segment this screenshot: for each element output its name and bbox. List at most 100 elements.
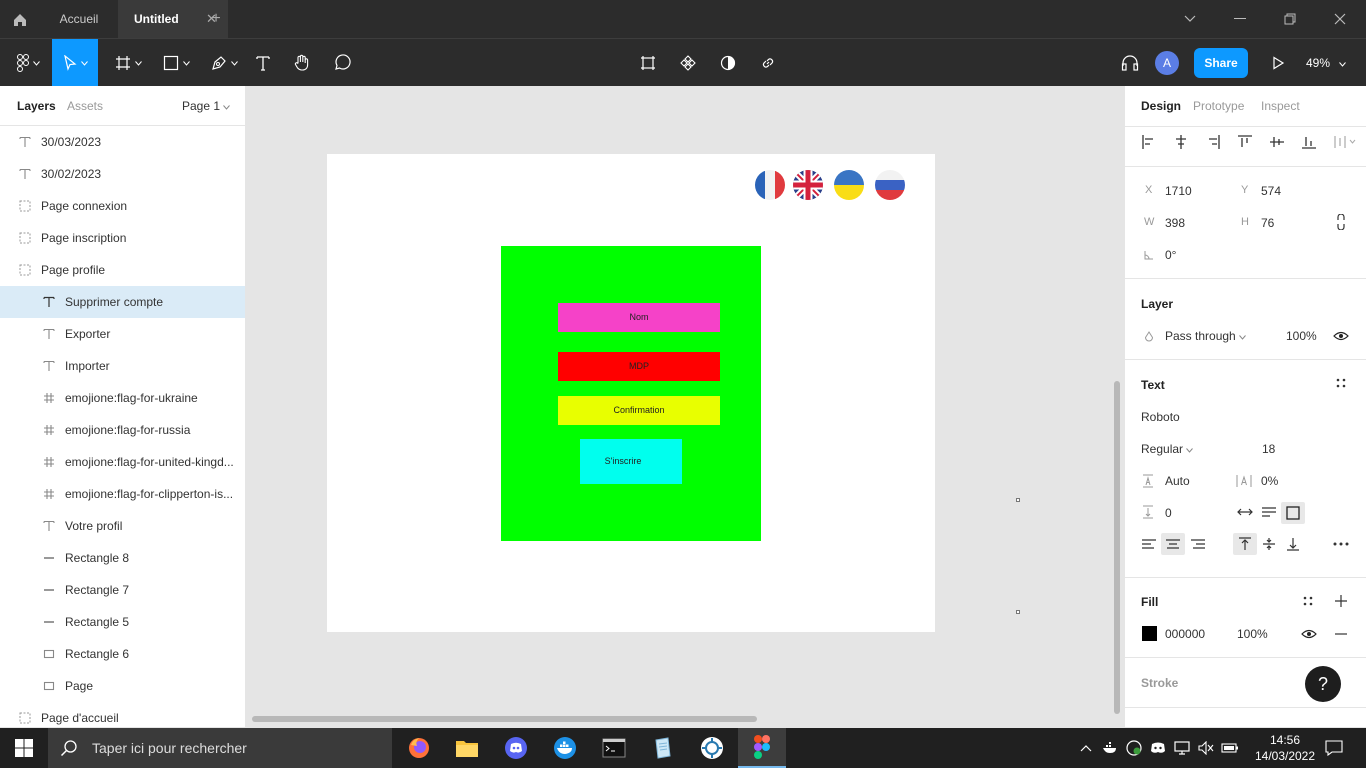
flag-france-icon[interactable] xyxy=(755,170,785,200)
move-tool-button[interactable] xyxy=(52,39,98,87)
nom-field[interactable]: Nom xyxy=(558,303,720,332)
components-button[interactable] xyxy=(676,39,700,87)
chevron-up-icon[interactable] xyxy=(1077,728,1095,768)
mdp-field[interactable]: MDP xyxy=(558,352,720,381)
fill-hex-input[interactable]: 000000 xyxy=(1165,627,1205,641)
canvas[interactable]: Nom MDP Confirmation S'inscrire xyxy=(246,86,1124,727)
close-window-icon[interactable] xyxy=(1315,0,1365,38)
font-family-dropdown[interactable]: Roboto xyxy=(1141,410,1180,424)
fill-color-swatch[interactable] xyxy=(1142,626,1157,641)
align-text-top-button[interactable] xyxy=(1233,533,1257,555)
align-vertical-center-icon[interactable] xyxy=(1269,134,1285,150)
tab-assets[interactable]: Assets xyxy=(67,86,103,126)
volume-muted-icon[interactable] xyxy=(1197,728,1215,768)
font-size-input[interactable]: 18 xyxy=(1262,442,1275,456)
layer-item[interactable]: Importer xyxy=(0,350,245,382)
tab-design[interactable]: Design xyxy=(1141,86,1181,126)
flag-united-kingdom-icon[interactable] xyxy=(793,170,823,200)
security-tray-icon[interactable] xyxy=(1125,728,1143,768)
auto-width-icon[interactable] xyxy=(1237,506,1253,518)
minimize-icon[interactable] xyxy=(1215,0,1265,38)
sinscrire-button[interactable]: S'inscrire xyxy=(580,439,682,484)
vertical-scrollbar[interactable] xyxy=(1114,381,1120,714)
docker-tray-icon[interactable] xyxy=(1101,728,1119,768)
x-input[interactable]: 1710 xyxy=(1165,184,1192,198)
eye-icon[interactable] xyxy=(1333,331,1349,341)
frame-tool-button[interactable] xyxy=(108,39,148,87)
network-icon[interactable] xyxy=(1173,728,1191,768)
layer-item[interactable]: emojione:flag-for-russia xyxy=(0,414,245,446)
discord-tray-icon[interactable] xyxy=(1149,728,1167,768)
link-button[interactable] xyxy=(756,39,780,87)
layer-item[interactable]: emojione:flag-for-ukraine xyxy=(0,382,245,414)
layer-item[interactable]: Page d'accueil xyxy=(0,702,245,727)
mask-button[interactable] xyxy=(716,39,740,87)
present-button[interactable] xyxy=(1266,39,1290,87)
layer-item[interactable]: Page connexion xyxy=(0,190,245,222)
blend-mode-dropdown[interactable]: Pass through xyxy=(1165,329,1246,343)
align-text-middle-icon[interactable] xyxy=(1262,537,1276,551)
help-button[interactable]: ? xyxy=(1305,666,1341,702)
tab-accueil[interactable]: Accueil xyxy=(40,0,118,38)
layer-item[interactable]: 30/03/2023 xyxy=(0,126,245,158)
layer-item[interactable]: Rectangle 7 xyxy=(0,574,245,606)
align-horizontal-center-icon[interactable] xyxy=(1173,134,1189,150)
selection-handle[interactable] xyxy=(1016,610,1020,614)
layer-item[interactable]: Votre profil xyxy=(0,510,245,542)
auto-height-icon[interactable] xyxy=(1261,506,1277,518)
page-selector[interactable]: Page 1 xyxy=(182,86,231,126)
fill-opacity-input[interactable]: 100% xyxy=(1237,627,1268,641)
paragraph-spacing-input[interactable]: 0 xyxy=(1165,506,1172,520)
font-weight-dropdown[interactable]: Regular xyxy=(1141,442,1194,456)
app-settings-icon[interactable] xyxy=(688,728,736,768)
line-height-input[interactable]: Auto xyxy=(1165,474,1190,488)
firefox-icon[interactable] xyxy=(395,728,443,768)
text-align-center-button[interactable] xyxy=(1161,533,1185,555)
layer-item[interactable]: Page inscription xyxy=(0,222,245,254)
system-clock[interactable]: 14:56 14/03/2022 xyxy=(1250,732,1320,764)
align-text-bottom-icon[interactable] xyxy=(1286,537,1300,551)
home-icon[interactable] xyxy=(8,8,32,32)
layer-item[interactable]: Rectangle 5 xyxy=(0,606,245,638)
crop-button[interactable] xyxy=(636,39,660,87)
signup-form-background[interactable]: Nom MDP Confirmation S'inscrire xyxy=(501,246,761,541)
align-top-icon[interactable] xyxy=(1237,134,1253,150)
layer-item[interactable]: emojione:flag-for-clipperton-is... xyxy=(0,478,245,510)
align-right-icon[interactable] xyxy=(1205,134,1221,150)
comment-tool-button[interactable] xyxy=(330,39,354,87)
tab-inspect[interactable]: Inspect xyxy=(1261,86,1300,126)
selection-handle[interactable] xyxy=(1016,498,1020,502)
layer-item[interactable]: Page profile xyxy=(0,254,245,286)
layer-item[interactable]: Page xyxy=(0,670,245,702)
flag-ukraine-icon[interactable] xyxy=(834,170,864,200)
new-tab-icon[interactable]: + xyxy=(206,0,226,38)
share-button[interactable]: Share xyxy=(1194,48,1248,78)
remove-fill-icon[interactable] xyxy=(1335,633,1347,635)
zoom-dropdown[interactable]: 49% xyxy=(1306,39,1347,87)
text-align-left-icon[interactable] xyxy=(1141,538,1157,550)
confirmation-field[interactable]: Confirmation xyxy=(558,396,720,425)
constrain-proportions-icon[interactable] xyxy=(1336,214,1346,230)
chevron-down-icon[interactable] xyxy=(1165,0,1215,38)
add-fill-icon[interactable] xyxy=(1335,595,1347,607)
main-menu-button[interactable] xyxy=(8,39,48,87)
layer-item[interactable]: Rectangle 6 xyxy=(0,638,245,670)
text-styles-icon[interactable] xyxy=(1336,378,1346,388)
fill-styles-icon[interactable] xyxy=(1303,596,1313,606)
figma-app-icon[interactable] xyxy=(738,728,786,768)
y-input[interactable]: 574 xyxy=(1261,184,1281,198)
taskbar-search-input[interactable]: Taper ici pour rechercher xyxy=(48,728,392,768)
flag-russia-icon[interactable] xyxy=(875,170,905,200)
audio-button[interactable] xyxy=(1118,39,1142,87)
page-frame[interactable]: Nom MDP Confirmation S'inscrire xyxy=(327,154,935,632)
letter-spacing-input[interactable]: 0% xyxy=(1261,474,1278,488)
layer-item[interactable]: Supprimer compte xyxy=(0,286,245,318)
align-left-icon[interactable] xyxy=(1141,134,1157,150)
layer-opacity-input[interactable]: 100% xyxy=(1286,329,1317,343)
tab-layers[interactable]: Layers xyxy=(17,86,56,126)
more-options-icon[interactable] xyxy=(1333,542,1349,546)
battery-icon[interactable] xyxy=(1221,728,1239,768)
restore-icon[interactable] xyxy=(1265,0,1315,38)
rotation-input[interactable]: 0° xyxy=(1165,248,1176,262)
terminal-icon[interactable] xyxy=(590,728,638,768)
